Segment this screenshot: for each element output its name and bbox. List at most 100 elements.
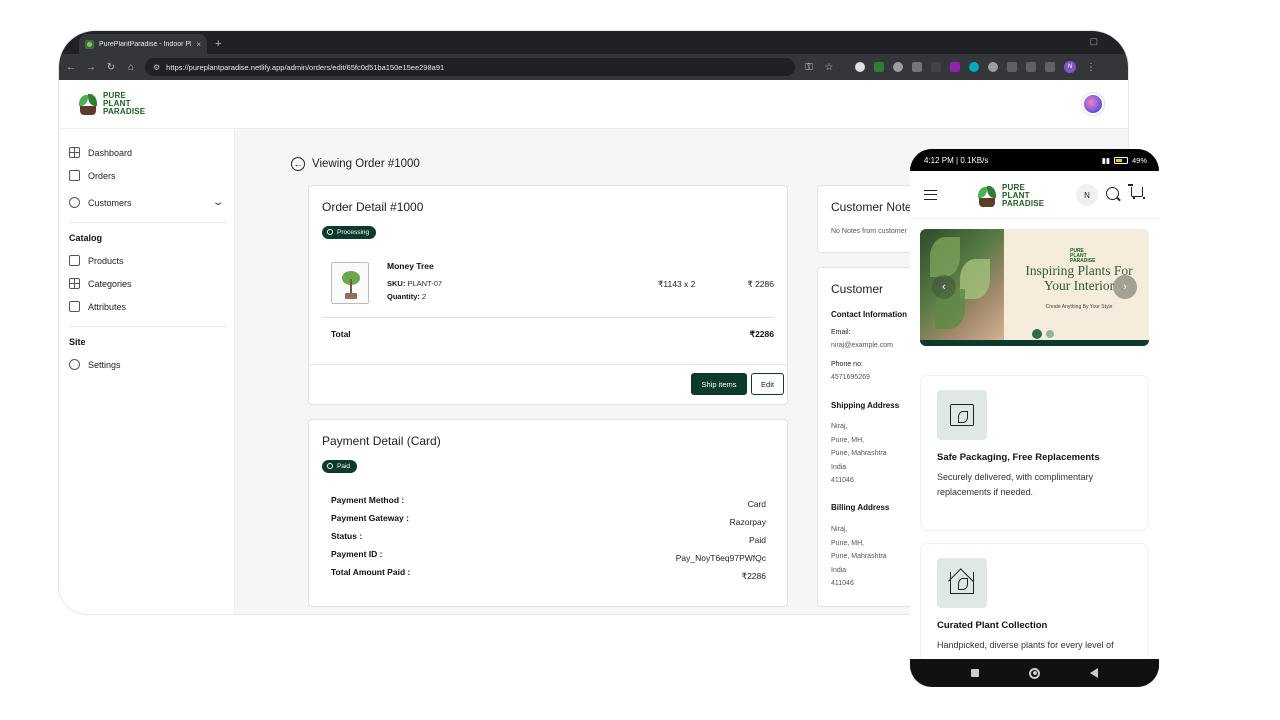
contact-information-title: Contact Information bbox=[831, 310, 907, 319]
order-total-value: ₹2286 bbox=[749, 329, 774, 339]
chevron-down-icon[interactable]: ⌄ bbox=[212, 197, 225, 208]
feature-title: Safe Packaging, Free Replacements bbox=[937, 452, 1100, 463]
side-panel-icon[interactable] bbox=[1045, 62, 1055, 72]
payment-method-label: Payment Method : bbox=[331, 495, 405, 505]
status-ring-icon bbox=[327, 229, 333, 235]
extension-icon[interactable] bbox=[931, 62, 941, 72]
banner-bottom-strip bbox=[920, 340, 1149, 346]
new-tab-icon[interactable]: + bbox=[215, 38, 221, 50]
hero-banner[interactable]: PURE PLANT PARADISE Inspiring Plants For… bbox=[920, 229, 1149, 346]
feature-title: Curated Plant Collection bbox=[937, 620, 1048, 631]
home-icon[interactable]: ⌂ bbox=[125, 62, 137, 73]
payment-status-text: Paid bbox=[337, 462, 351, 470]
feature-card-packaging: Safe Packaging, Free Replacements Secure… bbox=[920, 375, 1149, 531]
order-divider bbox=[322, 317, 774, 318]
recents-icon[interactable] bbox=[971, 669, 979, 677]
reload-icon[interactable]: ↻ bbox=[105, 62, 117, 73]
shipping-address: Niraj, Pune, MH, Pune, Mahrashtra India … bbox=[831, 420, 887, 488]
sidebar-item-dashboard[interactable]: Dashboard bbox=[69, 141, 226, 164]
attributes-icon bbox=[69, 301, 80, 312]
product-price-quantity: ₹1143 x 2 bbox=[658, 279, 696, 289]
edit-order-button[interactable]: Edit bbox=[751, 373, 784, 395]
order-detail-card: Order Detail #1000 Processing Money Tree… bbox=[308, 185, 788, 405]
carousel-dots bbox=[1032, 329, 1054, 339]
sidebar-item-label: Dashboard bbox=[88, 147, 133, 158]
back-triangle-icon[interactable] bbox=[1090, 668, 1098, 678]
address-line: Pune, Mahrashtra bbox=[831, 553, 887, 560]
address-bar[interactable]: ⚙ https://pureplantparadise.netlify.app/… bbox=[145, 58, 795, 76]
bookmark-star-icon[interactable]: ☆ bbox=[823, 62, 835, 73]
feature-description: Handpicked, diverse plants for every lev… bbox=[937, 640, 1114, 650]
customer-notes-text: No Notes from customer bbox=[831, 228, 907, 235]
browser-tab[interactable]: PurePlantParadise - Indoor Plan × bbox=[79, 34, 207, 54]
site-settings-icon[interactable]: ⚙ bbox=[153, 63, 160, 72]
brand-logo[interactable]: PURE PLANT PARADISE bbox=[77, 92, 145, 116]
page-title: Viewing Order #1000 bbox=[312, 158, 420, 170]
gear-icon bbox=[69, 359, 80, 370]
admin-avatar[interactable] bbox=[1082, 93, 1104, 115]
banner-brand-logo: PURE PLANT PARADISE bbox=[1070, 249, 1095, 264]
browser-profile-avatar[interactable]: N bbox=[1064, 61, 1076, 73]
status-ring-icon bbox=[327, 463, 333, 469]
carousel-next-icon[interactable]: › bbox=[1113, 275, 1137, 299]
back-to-orders[interactable]: ← Viewing Order #1000 bbox=[291, 157, 420, 171]
back-arrow-icon[interactable]: ← bbox=[65, 62, 77, 73]
product-line-total: ₹ 2286 bbox=[747, 279, 774, 289]
order-detail-title: Order Detail #1000 bbox=[322, 200, 424, 214]
extension-icon[interactable] bbox=[874, 62, 884, 72]
sidebar-item-settings[interactable]: Settings bbox=[69, 353, 226, 376]
quantity-label: Quantity: bbox=[387, 292, 420, 301]
carousel-dot[interactable] bbox=[1046, 330, 1054, 338]
email-label: Email: bbox=[831, 329, 851, 336]
cart-icon[interactable] bbox=[1128, 184, 1145, 199]
tab-favicon-icon bbox=[85, 39, 94, 49]
sidebar-item-categories[interactable]: Categories bbox=[69, 272, 226, 295]
customer-title: Customer bbox=[831, 282, 884, 296]
sidebar-item-label: Products bbox=[88, 255, 124, 266]
extension-icon[interactable] bbox=[950, 62, 960, 72]
phone-label: Phone no: bbox=[831, 361, 863, 368]
extension-icon[interactable] bbox=[988, 62, 998, 72]
sidebar-item-orders[interactable]: Orders bbox=[69, 164, 226, 187]
product-thumbnail bbox=[331, 262, 369, 304]
extension-icon[interactable] bbox=[893, 62, 903, 72]
carousel-dot-active[interactable] bbox=[1032, 329, 1042, 339]
home-button-icon[interactable] bbox=[1029, 667, 1040, 679]
sidebar-item-label: Customers bbox=[88, 197, 132, 208]
tab-close-icon[interactable]: × bbox=[196, 40, 201, 49]
address-line: 411046 bbox=[831, 477, 854, 484]
dashboard-icon bbox=[69, 147, 80, 158]
ship-items-button[interactable]: Ship items bbox=[691, 373, 747, 395]
mobile-brand-logo[interactable]: PURE PLANT PARADISE bbox=[976, 184, 1044, 208]
extension-icon[interactable] bbox=[855, 62, 865, 72]
address-line: Niraj, bbox=[831, 423, 848, 430]
categories-icon bbox=[69, 278, 80, 289]
back-arrow-icon[interactable]: ← bbox=[291, 157, 305, 171]
sidebar-item-label: Categories bbox=[88, 278, 132, 289]
carousel-prev-icon[interactable]: ‹ bbox=[932, 275, 956, 299]
extension-icon[interactable] bbox=[969, 62, 979, 72]
extension-icon[interactable] bbox=[912, 62, 922, 72]
downloads-icon[interactable] bbox=[1026, 62, 1036, 72]
address-line: Pune, MH, bbox=[831, 436, 865, 444]
address-line: India bbox=[831, 463, 847, 471]
address-line: India bbox=[831, 566, 847, 574]
mobile-phone-frame: 4:12 PM | 0.1KB/s ▮▮ 49% PURE PLANT PARA… bbox=[910, 149, 1159, 687]
forward-arrow-icon[interactable]: → bbox=[85, 62, 97, 73]
packaging-icon bbox=[937, 390, 987, 440]
search-icon[interactable] bbox=[1106, 187, 1119, 200]
payment-id-value: Pay_NoyT6eq97PWfQc bbox=[675, 553, 766, 563]
extensions-puzzle-icon[interactable] bbox=[1007, 62, 1017, 72]
hamburger-menu-icon[interactable] bbox=[924, 189, 937, 200]
address-bar-url: https://pureplantparadise.netlify.app/ad… bbox=[166, 62, 445, 72]
brand-line-3: PARADISE bbox=[1002, 199, 1045, 208]
browser-menu-icon[interactable]: ⋮ bbox=[1085, 62, 1097, 73]
window-restore-icon[interactable]: ▢ bbox=[1089, 36, 1098, 47]
sidebar-item-attributes[interactable]: Attributes bbox=[69, 295, 226, 318]
password-key-icon[interactable]: ⚿ bbox=[803, 62, 815, 73]
mobile-user-avatar[interactable]: N bbox=[1076, 184, 1098, 206]
sidebar-item-products[interactable]: Products bbox=[69, 249, 226, 272]
card-footer-divider bbox=[309, 364, 787, 365]
sidebar-item-customers[interactable]: Customers ⌄ bbox=[69, 191, 226, 214]
brand-wordmark: PURE PLANT PARADISE bbox=[1002, 184, 1044, 208]
